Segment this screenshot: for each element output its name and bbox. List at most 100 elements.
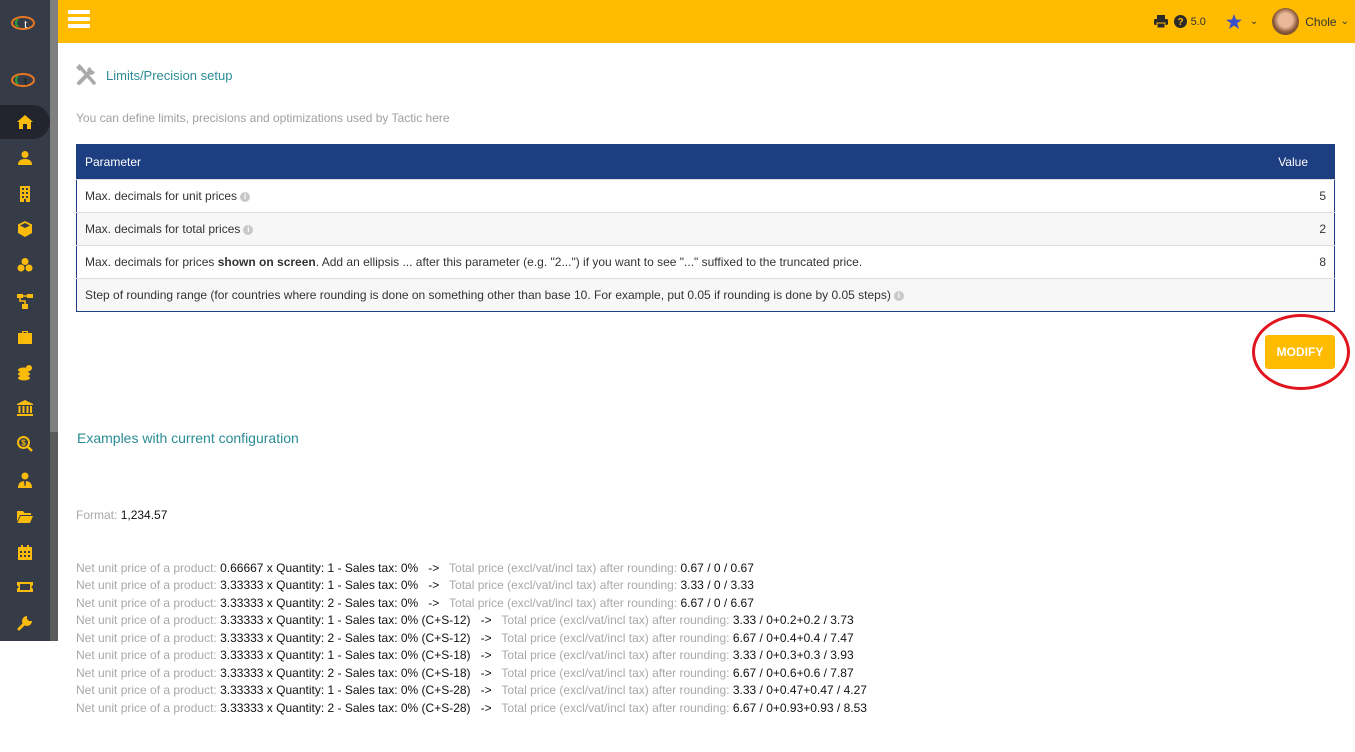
info-icon[interactable]: i — [243, 224, 254, 235]
print-icon[interactable] — [1153, 15, 1168, 28]
arrow: -> — [480, 683, 492, 697]
example-result: 3.33 / 0+0.2+0.2 / 3.73 — [732, 613, 854, 627]
example-line: Net unit price of a product: 3.33333 x Q… — [76, 577, 867, 595]
net-price-label: Net unit price of a product: — [76, 578, 217, 592]
example-calc: 3.33333 x Quantity: 1 - Sales tax: 0% (C… — [220, 648, 471, 662]
example-calc: 3.33333 x Quantity: 2 - Sales tax: 0% — [220, 595, 419, 610]
example-line: Net unit price of a product: 3.33333 x Q… — [76, 700, 867, 718]
value-cell — [1244, 278, 1335, 312]
net-price-label: Net unit price of a product: — [76, 700, 217, 715]
sidebar-item-briefcase[interactable] — [0, 320, 50, 354]
sidebar-item-ticket[interactable] — [0, 570, 50, 604]
sidebar-item-cubes[interactable] — [0, 248, 50, 282]
net-price-label: Net unit price of a product: — [76, 665, 217, 680]
examples-title: Examples with current configuration — [77, 430, 299, 446]
parameter-text: Max. decimals for unit prices — [85, 189, 238, 203]
table-row: Step of rounding range (for countries wh… — [76, 278, 1335, 312]
column-header-value: Value — [1244, 144, 1335, 180]
example-result: 3.33 / 0+0.47+0.47 / 4.27 — [732, 683, 867, 697]
format-value: 1,234.57 — [120, 508, 168, 522]
sidebar-scrollbar[interactable] — [50, 0, 58, 641]
favorites-star-icon[interactable] — [1225, 14, 1242, 29]
help-icon[interactable]: ? — [1173, 15, 1187, 28]
favorites-chevron-down-icon[interactable]: ⌄ — [1250, 16, 1258, 27]
svg-text:$: $ — [21, 439, 26, 448]
wrench-icon — [17, 616, 32, 631]
example-result: 3.33 / 0 / 3.33 — [680, 578, 754, 592]
user-menu-chevron-down-icon[interactable]: ⌄ — [1341, 16, 1349, 27]
table-row: Max. decimals for total prices i 2 — [76, 212, 1335, 246]
info-icon[interactable]: i — [893, 290, 904, 301]
parameter-cell: Max. decimals for unit prices i — [76, 179, 1245, 213]
topbar: ? 5.0 ⌄ Chole ⌄ — [58, 0, 1355, 43]
briefcase-icon — [18, 330, 32, 344]
total-price-label: Total price (excl/vat/incl tax) after ro… — [449, 595, 678, 610]
parameter-text-suffix: . Add an ellipsis ... after this paramet… — [315, 255, 863, 269]
table-row: Max. decimals for prices shown on screen… — [76, 245, 1335, 279]
user-tie-icon — [18, 472, 32, 488]
arrow: -> — [428, 560, 440, 575]
example-result: 0.67 / 0 / 0.67 — [680, 560, 754, 575]
total-price-label: Total price (excl/vat/incl tax) after ro… — [501, 700, 730, 715]
home-icon — [17, 115, 33, 129]
sidebar-item-home[interactable] — [0, 105, 50, 139]
svg-text:?: ? — [1177, 17, 1183, 28]
sidebar-item-cube[interactable] — [0, 212, 50, 246]
folder-open-icon — [17, 510, 33, 523]
building-icon — [20, 185, 30, 202]
net-price-label: Net unit price of a product: — [76, 560, 217, 575]
svg-text:t: t — [24, 73, 28, 88]
value-cell: 2 — [1244, 212, 1335, 246]
net-price-label: Net unit price of a product: — [76, 630, 217, 645]
user-name[interactable]: Chole — [1305, 15, 1336, 29]
example-result: 6.67 / 0+0.93+0.93 / 8.53 — [732, 700, 867, 715]
sidebar-item-search-dollar[interactable]: $ — [0, 427, 50, 461]
sidebar-item-wrench[interactable] — [0, 606, 50, 640]
cubes-icon — [17, 258, 33, 272]
arrow: -> — [480, 613, 492, 627]
sidebar-item-folder-open[interactable] — [0, 499, 50, 533]
examples-list: Format: 1,234.57 Net unit price of a pro… — [76, 472, 867, 752]
example-calc: 3.33333 x Quantity: 2 - Sales tax: 0% (C… — [220, 630, 471, 645]
net-price-label: Net unit price of a product: — [76, 648, 217, 662]
scrollbar-thumb[interactable] — [50, 0, 58, 432]
sidebar-item-user[interactable] — [0, 141, 50, 175]
sidebar-item-user-tie[interactable] — [0, 463, 50, 497]
modify-button[interactable]: MODIFY — [1265, 335, 1335, 369]
parameter-text: Max. decimals for total prices — [85, 222, 241, 236]
sidebar-item-coins[interactable] — [0, 356, 50, 390]
total-price-label: Total price (excl/vat/incl tax) after ro… — [501, 648, 730, 662]
user-avatar[interactable] — [1272, 8, 1300, 35]
info-icon[interactable]: i — [240, 191, 251, 202]
calendar-icon — [18, 544, 32, 560]
total-price-label: Total price (excl/vat/incl tax) after ro… — [501, 630, 730, 645]
table-row: Max. decimals for unit prices i 5 — [76, 179, 1335, 213]
sitemap-icon — [17, 294, 33, 309]
total-price-label: Total price (excl/vat/incl tax) after ro… — [449, 560, 678, 575]
sidebar-item-sitemap[interactable] — [0, 284, 50, 318]
coins-icon — [18, 364, 32, 381]
arrow: -> — [480, 700, 492, 715]
example-result: 6.67 / 0+0.6+0.6 / 7.87 — [732, 665, 854, 680]
sidebar-item-calendar[interactable] — [0, 535, 50, 569]
sidebar-item-bank[interactable] — [0, 391, 50, 425]
page-title: Limits/Precision setup — [106, 67, 233, 83]
total-price-label: Total price (excl/vat/incl tax) after ro… — [501, 683, 730, 697]
example-calc: 0.66667 x Quantity: 1 - Sales tax: 0% — [220, 560, 419, 575]
value-cell: 8 — [1244, 245, 1335, 279]
parameter-text: Max. decimals for prices — [85, 255, 218, 269]
tools-icon — [76, 64, 96, 85]
total-price-label: Total price (excl/vat/incl tax) after ro… — [501, 665, 730, 680]
total-price-label: Total price (excl/vat/incl tax) after ro… — [449, 578, 678, 592]
sidebar-item-building[interactable] — [0, 177, 50, 211]
parameter-emphasis: shown on screen — [217, 255, 316, 269]
example-line: Net unit price of a product: 3.33333 x Q… — [76, 682, 867, 700]
value-cell: 5 — [1244, 179, 1335, 213]
example-line: Net unit price of a product: 3.33333 x Q… — [76, 630, 867, 648]
arrow: -> — [480, 630, 492, 645]
example-calc: 3.33333 x Quantity: 1 - Sales tax: 0% (C… — [220, 683, 471, 697]
sidebar: t t $ — [0, 0, 50, 641]
menu-toggle-icon[interactable] — [68, 10, 90, 28]
app-logo-icon[interactable]: t — [10, 13, 38, 33]
example-line: Net unit price of a product: 3.33333 x Q… — [76, 665, 867, 683]
